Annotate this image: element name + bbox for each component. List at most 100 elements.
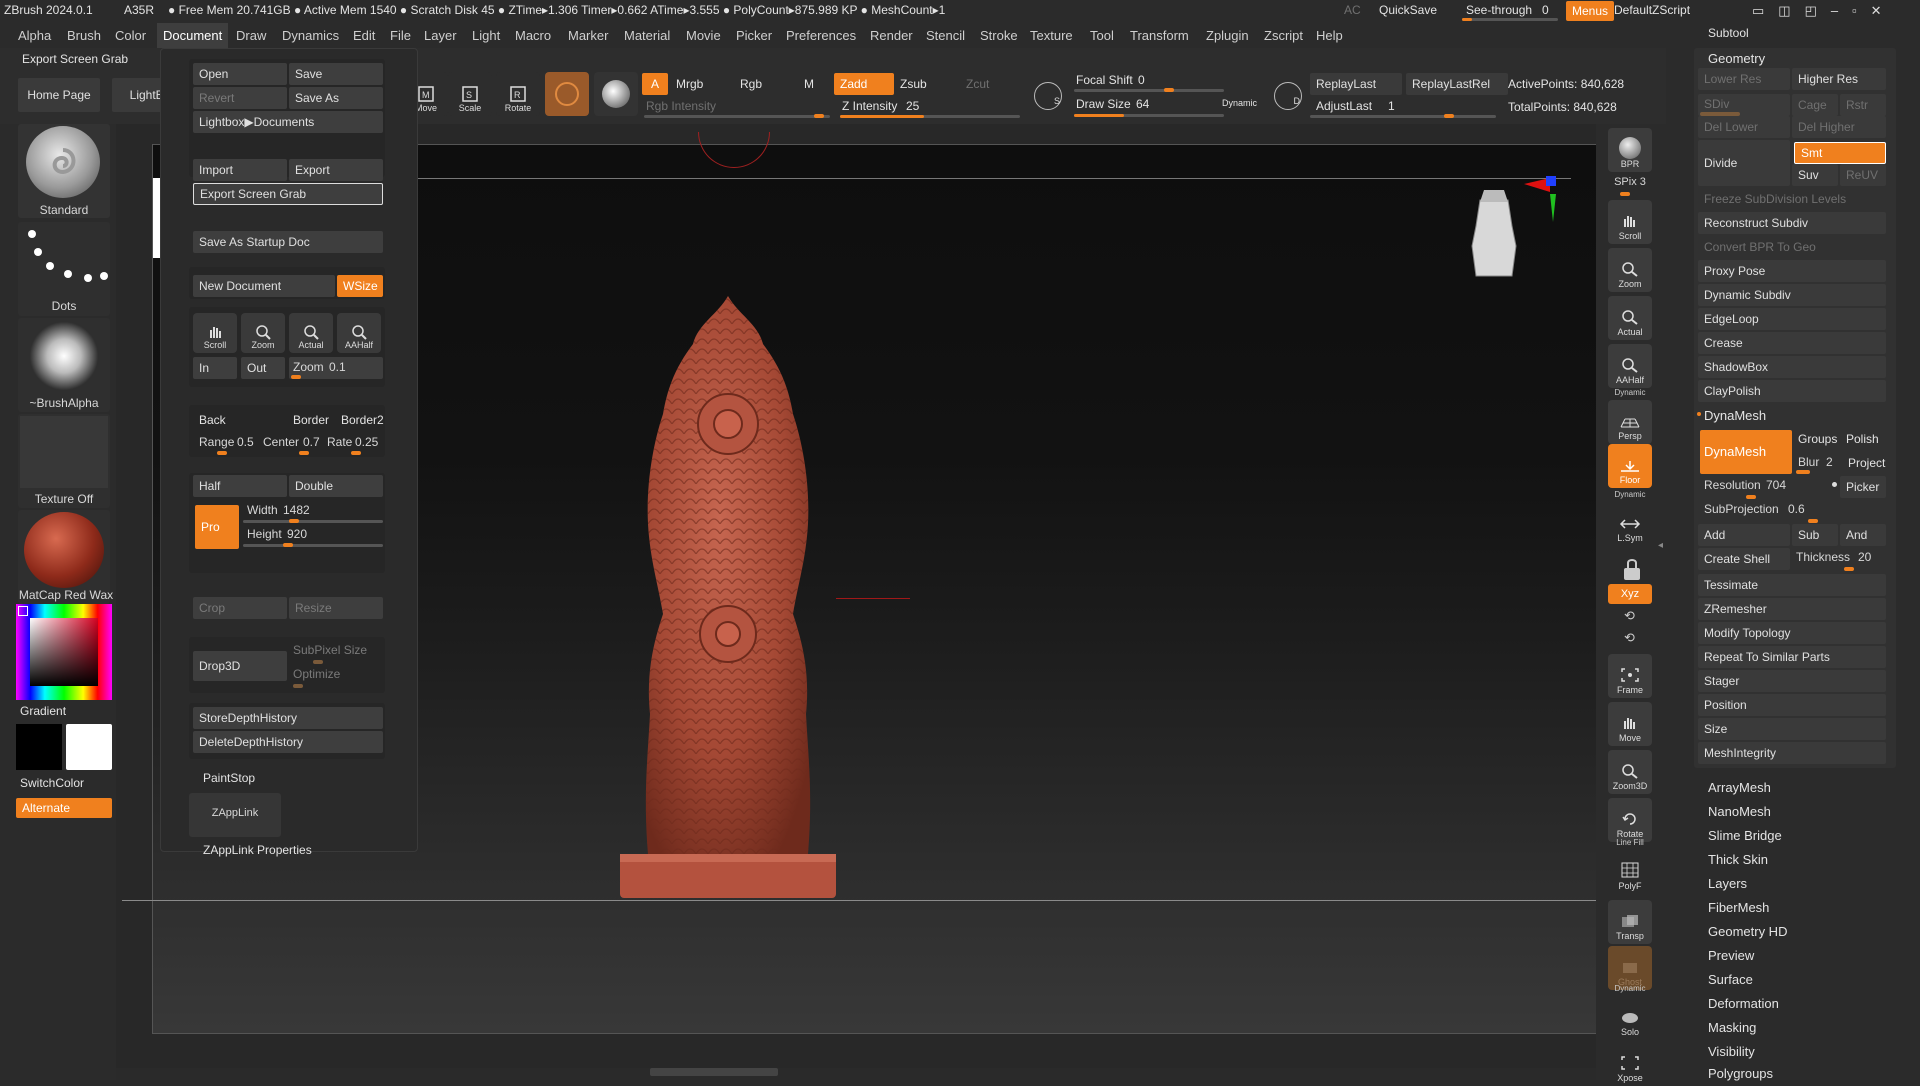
menu-movie[interactable]: Movie [686,28,721,43]
focal-s-icon[interactable]: S [1034,82,1062,110]
doc-scroll-button[interactable]: Scroll [193,313,237,353]
menu-stencil[interactable]: Stencil [926,28,965,43]
subtool-header[interactable]: Subtool [1708,26,1749,40]
crop-button[interactable]: Crop [193,597,287,619]
open-button[interactable]: Open [193,63,287,85]
revert-button[interactable]: Revert [193,87,287,109]
section-deformation[interactable]: Deformation [1708,996,1779,1011]
rotate-button[interactable]: R Rotate [496,72,540,116]
menu-file[interactable]: File [390,28,411,43]
menu-preferences[interactable]: Preferences [786,28,856,43]
lsym-button[interactable]: Dynamic L.Sym [1608,490,1652,546]
adjust-last-slider[interactable]: AdjustLast 1 [1310,98,1496,118]
claypolish-button[interactable]: ClayPolish [1698,380,1886,402]
del-higher-button[interactable]: Del Higher [1792,116,1886,138]
menu-tool[interactable]: Tool [1090,28,1114,43]
export-screen-grab-button[interactable]: Export Screen Grab [193,183,383,205]
menu-draw[interactable]: Draw [236,28,266,43]
menu-alpha[interactable]: Alpha [18,28,51,43]
z-intensity-slider[interactable]: Z Intensity 25 [840,98,1020,118]
zoom3d-button[interactable]: Zoom3D [1608,750,1652,794]
brush-alpha-thumb[interactable]: ~BrushAlpha [18,318,110,412]
picker-button[interactable]: Picker [1840,476,1886,498]
brush-sphere-button[interactable] [594,72,638,116]
lower-res-button[interactable]: Lower Res [1698,68,1790,90]
section-surface[interactable]: Surface [1708,972,1753,987]
menus-button[interactable]: Menus [1566,1,1615,21]
mrgb-button[interactable]: Mrgb [676,77,703,91]
new-document-button[interactable]: New Document [193,275,335,297]
transp-button[interactable]: Transp [1608,900,1652,944]
seethrough-slider[interactable]: See-through 0 [1460,2,1560,21]
matcap-thumb[interactable]: MatCap Red Wax [18,510,113,604]
rgb-button[interactable]: Rgb [740,77,762,91]
zremesher-button[interactable]: ZRemesher [1698,598,1886,620]
move-view-button[interactable]: Move [1608,702,1652,746]
standard-brush-thumb[interactable]: Standard [18,124,110,218]
scroll-button[interactable]: Scroll [1608,200,1652,244]
rotate-view-button[interactable]: Rotate [1608,798,1652,842]
wsize-button[interactable]: WSize [337,275,383,297]
zoom-button[interactable]: Zoom [1608,248,1652,292]
pro-button[interactable]: Pro [195,505,239,549]
zapplink-button[interactable]: ZAppLink [189,793,281,837]
dynamic-subdiv-button[interactable]: Dynamic Subdiv [1698,284,1886,306]
rate-slider[interactable]: Rate 0.25 [325,435,385,455]
menu-brush[interactable]: Brush [67,28,101,43]
section-arraymesh[interactable]: ArrayMesh [1708,780,1771,795]
m-button[interactable]: M [804,77,814,91]
groups-button[interactable]: Groups [1798,432,1837,446]
menu-marker[interactable]: Marker [568,28,608,43]
delete-depth-history-button[interactable]: DeleteDepthHistory [193,731,383,753]
section-nanomesh[interactable]: NanoMesh [1708,804,1771,819]
section-thick-skin[interactable]: Thick Skin [1708,852,1768,867]
aahalf-button[interactable]: AAHalf [1608,344,1652,388]
import-button[interactable]: Import [193,159,287,181]
center-slider[interactable]: Center 0.7 [261,435,325,455]
del-lower-button[interactable]: Del Lower [1698,116,1790,138]
xyz-button[interactable]: Xyz [1608,584,1652,604]
and-button[interactable]: And [1840,524,1886,546]
cage-button[interactable]: Cage [1792,94,1838,116]
half-button[interactable]: Half [193,475,287,497]
smt-button[interactable]: Smt [1794,142,1886,164]
right-collapse-handle[interactable]: ◂ [1658,540,1664,570]
menu-material[interactable]: Material [624,28,670,43]
doc-aahalf-button[interactable]: AAHalf [337,313,381,353]
menu-dynamics[interactable]: Dynamics [282,28,339,43]
d-icon[interactable]: D [1274,82,1302,110]
zoom-out-button[interactable]: Out [241,357,285,379]
window-icons[interactable]: ▭◫◰–▫✕ [1752,3,1896,19]
resize-button[interactable]: Resize [289,597,383,619]
store-depth-history-button[interactable]: StoreDepthHistory [193,707,383,729]
bpr-button[interactable]: BPR [1608,128,1652,172]
geometry-header[interactable]: Geometry [1708,51,1765,66]
rotate-z-icon[interactable]: ⟲ [1624,630,1635,646]
polish-button[interactable]: Polish [1846,432,1879,446]
switch-color-button[interactable]: SwitchColor [20,776,84,790]
border-color-button[interactable]: Border [293,413,329,427]
menu-picker[interactable]: Picker [736,28,772,43]
range-slider[interactable]: Range 0.5 [197,435,257,455]
double-button[interactable]: Double [289,475,383,497]
thickness-slider[interactable]: Thickness 20 [1792,548,1886,571]
stager-button[interactable]: Stager [1698,670,1886,692]
menu-help[interactable]: Help [1316,28,1343,43]
modify-topology-button[interactable]: Modify Topology [1698,622,1886,644]
section-polygroups[interactable]: Polygroups [1708,1066,1773,1081]
navigation-cube-icon[interactable] [1446,176,1556,296]
doc-actual-button[interactable]: Actual [289,313,333,353]
rstr-button[interactable]: Rstr [1840,94,1886,116]
section-preview[interactable]: Preview [1708,948,1754,963]
gradient-label[interactable]: Gradient [20,704,66,718]
sub-button[interactable]: Sub [1792,524,1838,546]
menu-light[interactable]: Light [472,28,500,43]
optimize-slider[interactable]: Optimize [289,665,383,688]
sculpture-model[interactable] [588,294,868,914]
section-visibility[interactable]: Visibility [1708,1044,1755,1059]
secondary-color-swatch[interactable] [66,724,112,770]
menu-edit[interactable]: Edit [353,28,375,43]
subpixel-slider[interactable]: SubPixel Size [289,641,383,664]
doc-zoom-button[interactable]: Zoom [241,313,285,353]
focal-shift-slider[interactable]: Focal Shift 0 [1074,72,1224,92]
